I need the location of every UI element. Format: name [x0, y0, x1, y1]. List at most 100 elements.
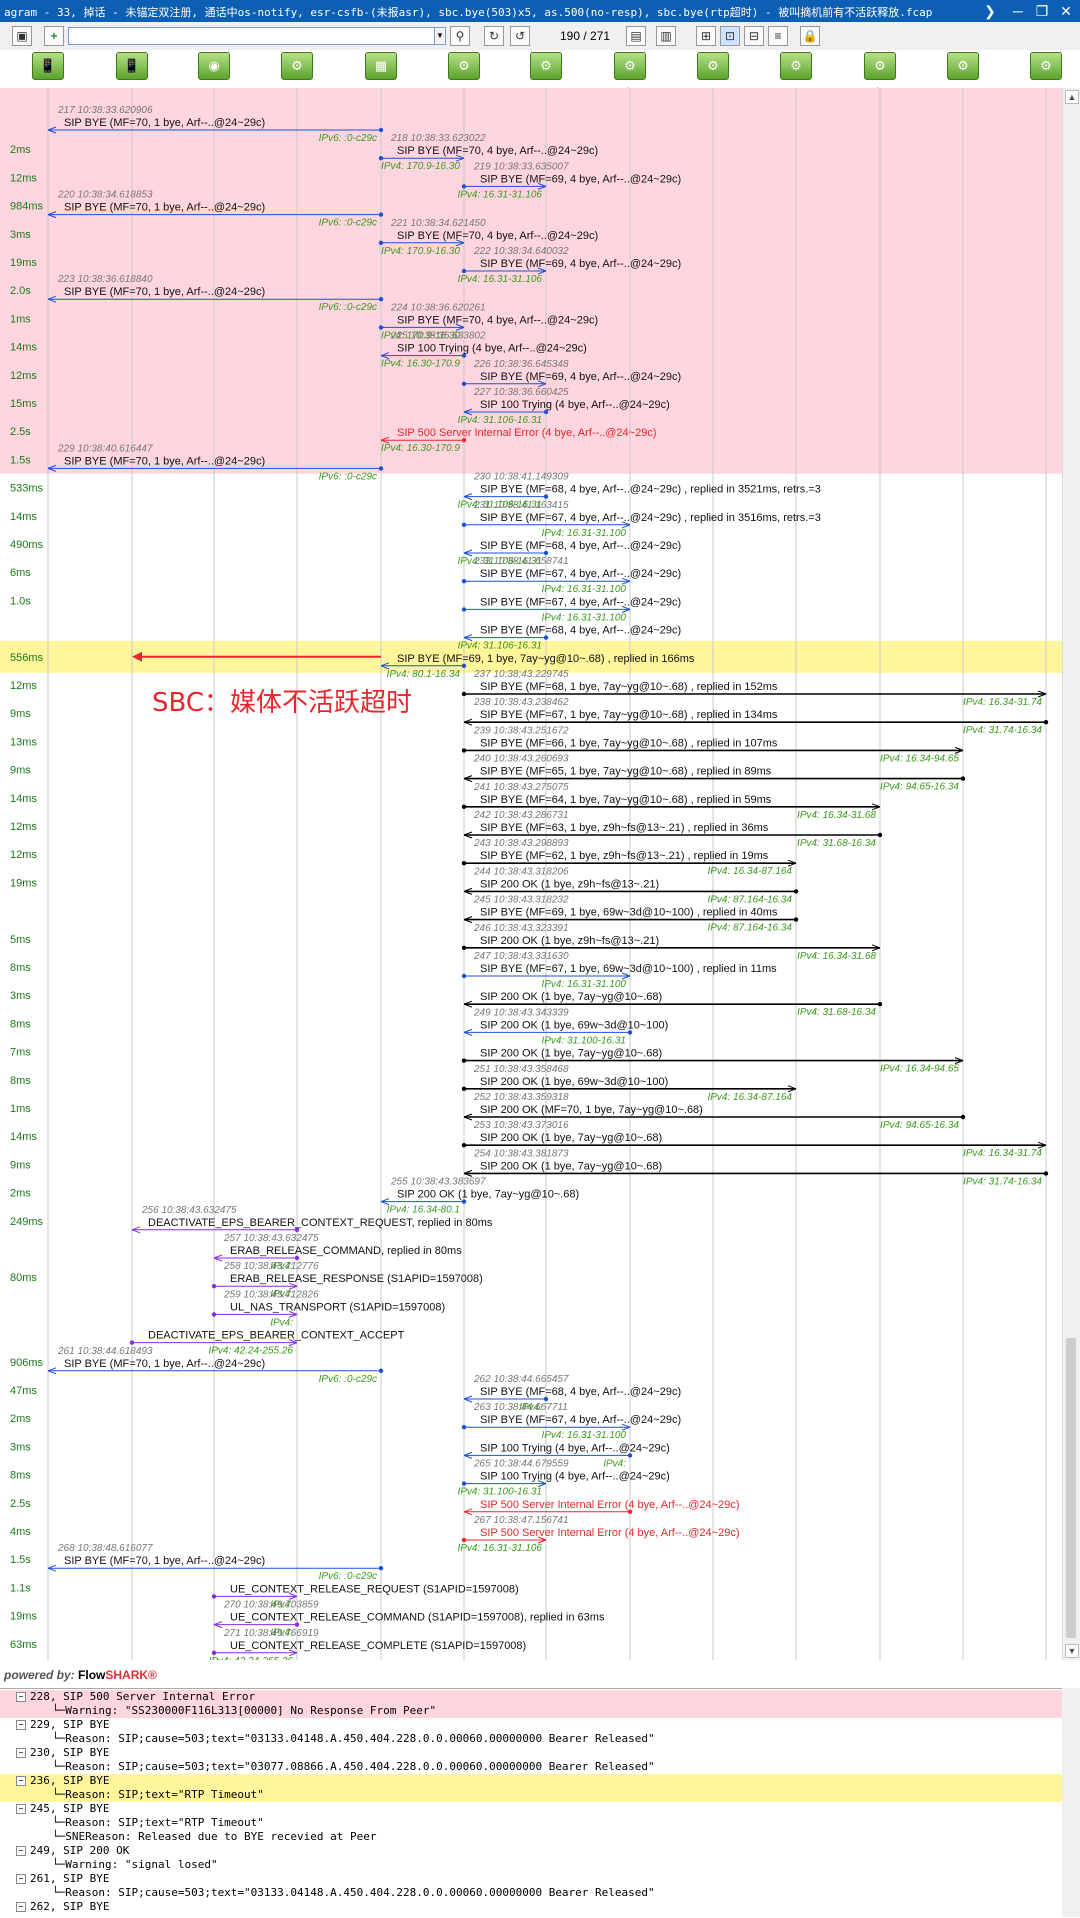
message-caption: 265 10:38:44.679559 — [473, 1459, 569, 1470]
message-origin-dot — [461, 579, 467, 584]
detail-item[interactable]: −249, SIP 200 OK — [0, 1844, 1062, 1858]
expand-icon[interactable]: ⊡ — [720, 26, 740, 46]
layout-icon[interactable]: ⊞ — [696, 26, 716, 46]
detail-sub-item[interactable]: └─Warning: "SS230000F116L313[00000] No R… — [0, 1704, 1062, 1718]
powered-by: powered by: FlowSHARK® — [4, 1668, 157, 1682]
message-caption: 255 10:38:43.383697 — [390, 1177, 486, 1188]
message-origin-dot — [211, 1284, 217, 1289]
message-origin-dot — [461, 804, 467, 809]
detail-sub-item[interactable]: └─Reason: SIP;cause=503;text="03133.0414… — [0, 1886, 1062, 1900]
node-header: 📱UE-MO📱UE-MT◉eNB⚙MME▦SBC⚙S-CSCF⚙SCC-AS⚙T… — [0, 50, 1080, 95]
diagram-scrollbar[interactable]: ▲ ▼ — [1062, 88, 1080, 1660]
detail-text: └─Reason: SIP;cause=503;text="03077.0886… — [52, 1760, 655, 1773]
refresh-alt-icon[interactable]: ↺ — [510, 26, 530, 46]
filter-input[interactable] — [68, 27, 442, 45]
detail-item[interactable]: −228, SIP 500 Server Internal Error — [0, 1690, 1062, 1704]
detail-sub-item[interactable]: └─Reason: SIP;cause=503;text="03077.0886… — [0, 1760, 1062, 1774]
message-origin-dot — [461, 748, 467, 753]
delta-time: 19ms — [10, 877, 37, 889]
detail-item[interactable]: −262, SIP BYE — [0, 1900, 1062, 1914]
detail-sub-item[interactable]: └─Reason: SIP;cause=503;text="03133.0414… — [0, 1732, 1062, 1746]
delta-time: 8ms — [10, 1018, 31, 1030]
address-label: IPv4: 16.34-87.164 — [707, 866, 792, 877]
address-label: IPv4: 31.74-16.34 — [963, 725, 1042, 736]
message-origin-dot — [461, 1058, 467, 1063]
message-origin-dot — [461, 381, 467, 386]
message-label: SIP BYE (MF=67, 1 bye, 69w~3d@10~100) , … — [480, 963, 777, 975]
message-caption: 222 10:38:34.640032 — [473, 246, 569, 257]
collapse-icon[interactable]: − — [16, 1692, 26, 1702]
address-label: IPv4: — [270, 1317, 293, 1328]
chevron-down-icon[interactable]: ▼ — [434, 27, 446, 45]
filter-apply-icon[interactable]: ⚲ — [450, 26, 470, 46]
collapse-icon[interactable]: ⊟ — [744, 26, 764, 46]
detail-sub-item[interactable]: └─Reason: SIP;text="RTP Timeout" — [0, 1816, 1062, 1830]
message-caption: 238 10:38:43.238462 — [473, 697, 569, 708]
export-icon[interactable]: ▥ — [656, 26, 676, 46]
collapse-icon[interactable]: − — [16, 1748, 26, 1758]
detail-text: 229, SIP BYE — [30, 1718, 110, 1731]
message-caption: 258 10:38:43.712776 — [223, 1261, 319, 1272]
collapse-icon[interactable]: − — [16, 1874, 26, 1884]
detail-item[interactable]: −229, SIP BYE — [0, 1718, 1062, 1732]
nav-forward-button[interactable]: ❯ — [976, 0, 1004, 22]
delta-time: 9ms — [10, 708, 31, 720]
detail-item[interactable]: −245, SIP BYE — [0, 1802, 1062, 1816]
address-label: IPv4: 16.31-31.106 — [457, 1543, 542, 1554]
close-button[interactable]: ✕ — [1052, 0, 1080, 22]
collapse-icon[interactable]: − — [16, 1720, 26, 1730]
delta-time: 19ms — [10, 257, 37, 269]
detail-text: 236, SIP BYE — [30, 1774, 110, 1787]
node-icon: ⚙ — [1030, 52, 1062, 80]
address-label: IPv4: 87.164-16.34 — [707, 894, 792, 905]
node-icon: ⚙ — [448, 52, 480, 80]
message-label: SIP BYE (MF=70, 1 bye, Arf--..@24~29c) — [64, 286, 265, 298]
message-caption: 257 10:38:43.632475 — [223, 1233, 319, 1244]
message-origin-dot — [211, 1594, 217, 1599]
details-scrollbar[interactable] — [1062, 1688, 1080, 1917]
detail-item[interactable]: −261, SIP BYE — [0, 1872, 1062, 1886]
collapse-icon[interactable]: − — [16, 1902, 26, 1912]
delta-time: 249ms — [10, 1216, 44, 1228]
detail-sub-item[interactable]: └─Warning: "signal losed" — [0, 1858, 1062, 1872]
scroll-thumb[interactable] — [1066, 1338, 1076, 1638]
message-origin-dot — [378, 156, 384, 161]
detail-item[interactable]: −236, SIP BYE — [0, 1774, 1062, 1788]
collapse-icon[interactable]: − — [16, 1776, 26, 1786]
delta-time: 9ms — [10, 1159, 31, 1171]
delta-time: 556ms — [10, 652, 44, 664]
message-label: SIP BYE (MF=67, 4 bye, Arf--..@24~29c) — [480, 568, 681, 580]
detail-item[interactable]: −230, SIP BYE — [0, 1746, 1062, 1760]
address-label: IPv6: :0-c29c — [319, 302, 377, 313]
message-origin-dot — [877, 1002, 883, 1007]
view-icon[interactable]: ▣ — [12, 26, 32, 46]
delta-time: 5ms — [10, 934, 31, 946]
message-label: SIP 200 OK (1 bye, 69w~3d@10~100) — [480, 1076, 668, 1088]
delta-time: 14ms — [10, 1131, 37, 1143]
add-icon[interactable]: + — [44, 26, 64, 46]
message-caption: 253 10:38:43.373016 — [473, 1120, 569, 1131]
save-icon[interactable]: ▤ — [626, 26, 646, 46]
toolbar: ▣ + ▼ ⚲ ↻ ↺ 190 / 271 ▤ ▥ ⊞ ⊡ ⊟ ≡ 🔒 — [0, 22, 1080, 51]
message-caption: 261 10:38:44.618493 — [57, 1346, 153, 1357]
details-panel: −228, SIP 500 Server Internal Error └─War… — [0, 1688, 1062, 1918]
detail-text: └─Reason: SIP;text="RTP Timeout" — [52, 1788, 264, 1801]
message-label: SIP 200 OK (1 bye, 7ay~yg@10~.68) — [397, 1189, 579, 1201]
address-label: IPv4: 16.31-31.100 — [541, 528, 626, 539]
message-label: SIP 200 OK (MF=70, 1 bye, 7ay~yg@10~.68) — [480, 1104, 703, 1116]
message-label: SIP BYE (MF=67, 4 bye, Arf--..@24~29c) — [480, 596, 681, 608]
scroll-down-icon[interactable]: ▼ — [1065, 1644, 1079, 1658]
collapse-icon[interactable]: − — [16, 1846, 26, 1856]
message-label: SIP BYE (MF=64, 1 bye, 7ay~yg@10~.68) , … — [480, 794, 772, 806]
options-icon[interactable]: ≡ — [768, 26, 788, 46]
detail-sub-item[interactable]: └─Reason: SIP;text="RTP Timeout" — [0, 1788, 1062, 1802]
lock-icon[interactable]: 🔒 — [800, 26, 820, 46]
collapse-icon[interactable]: − — [16, 1804, 26, 1814]
node-icon: ◉ — [198, 52, 230, 80]
scroll-up-icon[interactable]: ▲ — [1065, 90, 1079, 104]
message-label: DEACTIVATE_EPS_BEARER_CONTEXT_ACCEPT — [148, 1330, 405, 1342]
refresh-icon[interactable]: ↻ — [484, 26, 504, 46]
detail-text: └─Reason: SIP;cause=503;text="03133.0414… — [52, 1732, 655, 1745]
detail-sub-item[interactable]: └─SNEReason: Released due to BYE recevie… — [0, 1830, 1062, 1844]
detail-text: 261, SIP BYE — [30, 1872, 110, 1885]
